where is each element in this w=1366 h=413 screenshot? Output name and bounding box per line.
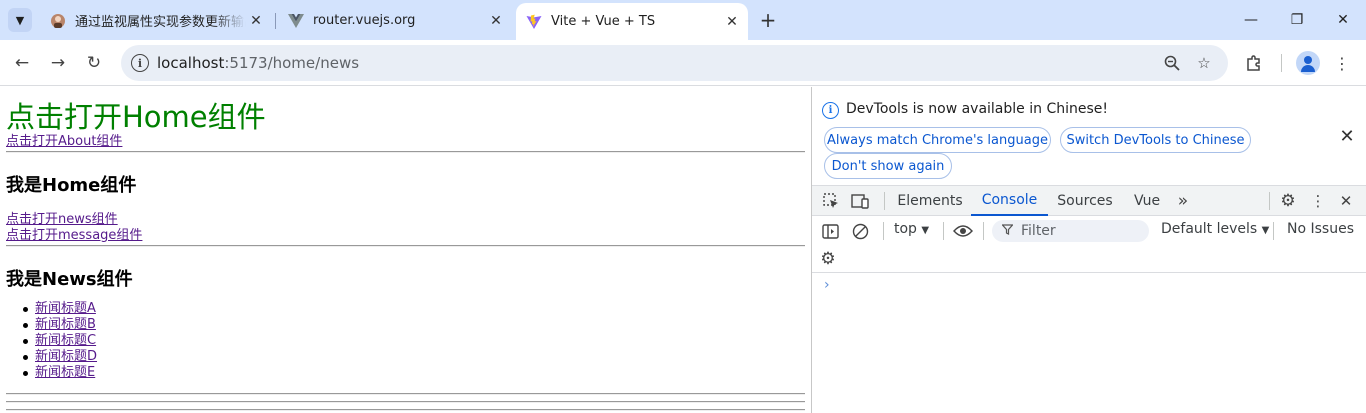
tab-article[interactable]: 通过监视属性实现参数更新输出 ✕ <box>40 7 272 34</box>
toolbar-divider <box>943 222 944 240</box>
forward-arrow-icon[interactable]: → <box>45 50 71 76</box>
tab-title: 通过监视属性实现参数更新输出 <box>75 15 246 30</box>
news-item-link[interactable]: 新闻标题B <box>35 317 96 332</box>
context-selector[interactable]: top ▼ <box>894 221 929 237</box>
sidebar-toggle-icon[interactable] <box>819 220 841 242</box>
extensions-puzzle-icon[interactable] <box>1242 51 1266 75</box>
site-info-icon[interactable]: i <box>131 54 149 72</box>
settings-gear-icon[interactable]: ⚙ <box>1277 190 1299 212</box>
dropdown-triangle-icon: ▼ <box>921 225 930 236</box>
dropdown-triangle-icon: ▼ <box>1261 225 1270 236</box>
kebab-menu-icon[interactable]: ⋮ <box>1307 190 1329 212</box>
news-item-link[interactable]: 新闻标题E <box>35 365 95 380</box>
list-item: 新闻标题B <box>22 317 97 333</box>
list-item: 新闻标题E <box>22 365 97 381</box>
toolbar-divider <box>983 222 984 240</box>
divider <box>6 409 805 411</box>
divider <box>6 151 805 153</box>
tab-close-icon[interactable]: ✕ <box>722 12 742 32</box>
list-item: 新闻标题C <box>22 333 97 349</box>
news-item-link[interactable]: 新闻标题D <box>35 349 97 364</box>
page-viewport: 点击打开Home组件 点击打开About组件 我是Home组件 点击打开news… <box>0 87 811 413</box>
reload-icon[interactable]: ↻ <box>81 50 107 76</box>
inspect-element-icon[interactable] <box>820 190 842 212</box>
tab-router-docs[interactable]: router.vuejs.org ✕ <box>278 7 512 34</box>
tab-elements[interactable]: Elements <box>892 186 968 216</box>
restore-icon[interactable]: ❐ <box>1274 0 1320 40</box>
message-component-link[interactable]: 点击打开message组件 <box>6 224 142 243</box>
clear-console-icon[interactable] <box>849 220 871 242</box>
browser-toolbar: ← → ↻ i localhost:5173/home/news ☆ ⋮ <box>0 40 1366 86</box>
tab-divider <box>275 13 276 29</box>
list-item: 新闻标题D <box>22 349 97 365</box>
devtools-close-icon[interactable]: ✕ <box>1335 190 1357 212</box>
always-match-language-button[interactable]: Always match Chrome's language <box>824 127 1051 153</box>
list-item: 新闻标题A <box>22 301 97 317</box>
url-text[interactable]: localhost:5173/home/news <box>157 54 359 72</box>
tab-title: router.vuejs.org <box>313 13 416 28</box>
devtools-tab-bar: Elements Console Sources Vue » ⚙ ⋮ ✕ <box>812 185 1366 216</box>
avatar-favicon-icon <box>50 13 66 29</box>
issues-counter[interactable]: No Issues <box>1287 221 1354 237</box>
toolbar-divider <box>883 222 884 240</box>
news-item-link[interactable]: 新闻标题A <box>35 301 96 316</box>
news-list: 新闻标题A 新闻标题B 新闻标题C 新闻标题D 新闻标题E <box>22 301 97 381</box>
log-levels-dropdown[interactable]: Default levels ▼ <box>1161 221 1269 237</box>
info-icon: i <box>822 102 839 119</box>
divider <box>6 393 805 395</box>
filter-funnel-icon <box>1001 224 1014 238</box>
console-settings-gear-icon[interactable]: ⚙ <box>817 248 839 270</box>
new-tab-plus-icon[interactable]: + <box>757 8 779 32</box>
window-close-icon[interactable]: ✕ <box>1320 0 1366 40</box>
news-title: 我是News组件 <box>6 269 133 290</box>
minimize-icon[interactable]: — <box>1228 0 1274 40</box>
tab-active-vite[interactable]: Vite + Vue + TS ✕ <box>516 3 748 40</box>
profile-avatar-icon[interactable] <box>1296 51 1320 75</box>
console-filter-input[interactable]: Filter <box>992 220 1149 242</box>
chevron-down-icon: ▼ <box>15 13 25 27</box>
tab-search-button[interactable]: ▼ <box>8 8 32 32</box>
more-tabs-chevron-icon[interactable]: » <box>1172 190 1194 212</box>
toolbar-divider <box>884 192 885 210</box>
divider <box>6 245 805 247</box>
toolbar-divider <box>1281 54 1282 72</box>
tab-close-icon[interactable]: ✕ <box>486 11 506 31</box>
vite-logo-icon <box>526 14 542 30</box>
bookmark-star-icon[interactable]: ☆ <box>1194 53 1214 73</box>
about-component-link[interactable]: 点击打开About组件 <box>6 130 122 149</box>
live-expression-eye-icon[interactable] <box>952 220 974 242</box>
language-banner-message: DevTools is now available in Chinese! <box>846 101 1108 117</box>
address-bar[interactable]: i localhost:5173/home/news ☆ <box>121 45 1228 81</box>
console-prompt[interactable]: › <box>824 277 830 293</box>
divider <box>6 401 805 403</box>
toolbar-divider <box>1273 222 1274 240</box>
zoom-icon[interactable] <box>1162 53 1182 73</box>
tab-title: Vite + Vue + TS <box>551 14 656 29</box>
tab-close-icon[interactable]: ✕ <box>246 11 266 31</box>
home-title: 我是Home组件 <box>6 175 137 196</box>
tab-console[interactable]: Console <box>971 186 1048 216</box>
console-toolbar: top ▼ Filter Default levels ▼ No Issues <box>812 216 1366 245</box>
device-toggle-icon[interactable] <box>849 190 871 212</box>
tab-vue[interactable]: Vue <box>1127 186 1167 216</box>
tab-strip: ▼ 通过监视属性实现参数更新输出 ✕ router.vuejs.org ✕ Vi… <box>0 0 1366 40</box>
switch-to-chinese-button[interactable]: Switch DevTools to Chinese <box>1060 127 1251 153</box>
dont-show-again-button[interactable]: Don't show again <box>824 153 952 179</box>
tab-sources[interactable]: Sources <box>1051 186 1119 216</box>
devtools-panel: i DevTools is now available in Chinese! … <box>811 87 1366 413</box>
kebab-menu-icon[interactable]: ⋮ <box>1330 51 1354 75</box>
console-settings-row: ⚙ <box>812 245 1366 273</box>
vue-logo-icon <box>288 13 304 29</box>
back-arrow-icon[interactable]: ← <box>9 50 35 76</box>
news-item-link[interactable]: 新闻标题C <box>35 333 96 348</box>
toolbar-divider <box>1269 192 1270 210</box>
banner-close-icon[interactable]: ✕ <box>1336 125 1358 147</box>
